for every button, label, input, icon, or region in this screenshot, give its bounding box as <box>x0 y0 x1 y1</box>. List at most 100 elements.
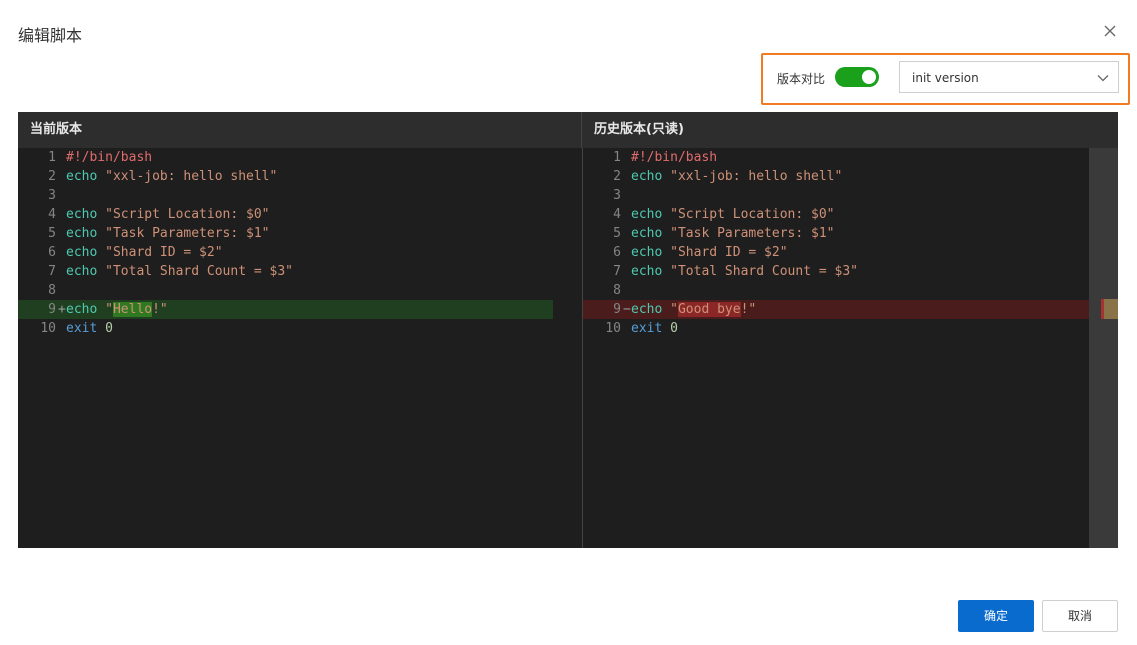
line-number: 2 <box>48 169 56 184</box>
history-code-line: 10 exit 0 <box>583 319 1089 338</box>
code-text: echo "Shard ID = $2" <box>631 243 788 262</box>
history-version-editor: 1 #!/bin/bash 2 echo "xxl-job: hello shell"… <box>583 148 1089 338</box>
code-text: echo "Shard ID = $2" <box>66 243 223 262</box>
current-code-line: 1 #!/bin/bash <box>18 148 553 167</box>
toggle-knob <box>862 70 876 84</box>
code-text: #!/bin/bash <box>66 148 152 167</box>
line-number: 5 <box>48 226 56 241</box>
line-number: 4 <box>48 207 56 222</box>
history-code-line: 3 <box>583 186 1089 205</box>
code-token: exit <box>66 321 98 336</box>
code-token: echo <box>631 245 663 260</box>
history-code-line: 6 echo "Shard ID = $2" <box>583 243 1089 262</box>
current-version-header: 当前版本 <box>18 112 582 148</box>
code-token: !" <box>740 302 757 317</box>
history-code-line: 8 <box>583 281 1089 300</box>
history-code-line: 5 echo "Task Parameters: $1" <box>583 224 1089 243</box>
code-token: echo <box>631 207 663 222</box>
code-token: echo <box>66 245 98 260</box>
version-compare-label: 版本对比 <box>777 72 826 86</box>
code-token: echo <box>66 302 98 317</box>
line-number: 10 <box>605 321 621 336</box>
code-token: echo <box>66 226 98 241</box>
version-select-value: init version <box>912 71 979 85</box>
code-text: echo "Task Parameters: $1" <box>631 224 835 243</box>
code-token: "Total Shard Count = $3" <box>670 264 858 279</box>
line-number: 7 <box>48 264 56 279</box>
code-token: 0 <box>105 321 113 336</box>
code-token: "Task Parameters: $1" <box>670 226 835 241</box>
dialog-title: 编辑脚本 <box>18 26 83 45</box>
code-token: echo <box>66 207 98 222</box>
code-text: echo "Task Parameters: $1" <box>66 224 270 243</box>
code-token: 0 <box>670 321 678 336</box>
history-code-line: 9− echo "Good bye!" <box>583 300 1089 319</box>
current-code-line: 5 echo "Task Parameters: $1" <box>18 224 553 243</box>
code-text: echo "Total Shard Count = $3" <box>631 262 858 281</box>
code-token: !" <box>152 302 168 317</box>
history-code-line: 4 echo "Script Location: $0" <box>583 205 1089 224</box>
line-number: 3 <box>613 188 621 203</box>
cancel-button[interactable]: 取消 <box>1042 600 1118 632</box>
line-number: 6 <box>613 245 621 260</box>
current-code-line: 9 + echo "Hello!" <box>18 300 553 319</box>
current-code-line: 2 echo "xxl-job: hello shell" <box>18 167 553 186</box>
code-token: "Shard ID = $2" <box>105 245 223 260</box>
code-text: exit 0 <box>631 319 678 338</box>
line-number: 3 <box>48 188 56 203</box>
code-token: " <box>670 302 678 317</box>
line-number: 9 <box>48 302 56 317</box>
code-token: "xxl-job: hello shell" <box>670 169 843 184</box>
code-token: " <box>105 302 113 317</box>
current-version-editor[interactable]: 1 #!/bin/bash 2 echo "xxl-job: hello shell"… <box>18 148 553 338</box>
line-number: 6 <box>48 245 56 260</box>
code-token: "Task Parameters: $1" <box>105 226 270 241</box>
line-number: 7 <box>613 264 621 279</box>
code-token: echo <box>631 264 663 279</box>
code-text: echo "Good bye!" <box>631 300 756 319</box>
scrollbar-overview-marker <box>1104 299 1118 319</box>
current-code-line: 10 exit 0 <box>18 319 553 338</box>
code-token: exit <box>631 321 663 336</box>
diff-editor[interactable]: 当前版本 历史版本(只读) 1 #!/bin/bash 2 echo "xxl-job… <box>18 112 1118 548</box>
code-text: #!/bin/bash <box>631 148 717 167</box>
line-number: 2 <box>613 169 621 184</box>
diff-del-marker: − <box>623 302 631 317</box>
code-text: echo "xxl-job: hello shell" <box>66 167 277 186</box>
editor-scrollbar[interactable] <box>1089 148 1118 548</box>
version-compare-toggle[interactable] <box>835 67 879 87</box>
history-version-header: 历史版本(只读) <box>582 112 1118 148</box>
line-number: 1 <box>48 150 56 165</box>
code-text: exit 0 <box>66 319 113 338</box>
code-text: echo "Hello!" <box>66 300 168 319</box>
code-token: "Shard ID = $2" <box>670 245 788 260</box>
line-number: 9 <box>613 302 621 317</box>
line-number: 8 <box>48 283 56 298</box>
code-token: echo <box>631 302 663 317</box>
code-text: echo "xxl-job: hello shell" <box>631 167 842 186</box>
code-token: "xxl-job: hello shell" <box>105 169 278 184</box>
code-token: #!/bin/bash <box>631 150 718 165</box>
confirm-button[interactable]: 确定 <box>958 600 1034 632</box>
line-number: 1 <box>613 150 621 165</box>
line-number: 5 <box>613 226 621 241</box>
version-select[interactable]: init version <box>899 61 1119 93</box>
code-token: "Script Location: $0" <box>670 207 835 222</box>
code-token: #!/bin/bash <box>66 150 153 165</box>
chevron-down-icon <box>1097 75 1109 82</box>
code-token: "Total Shard Count = $3" <box>105 264 293 279</box>
close-button[interactable] <box>1103 24 1117 38</box>
